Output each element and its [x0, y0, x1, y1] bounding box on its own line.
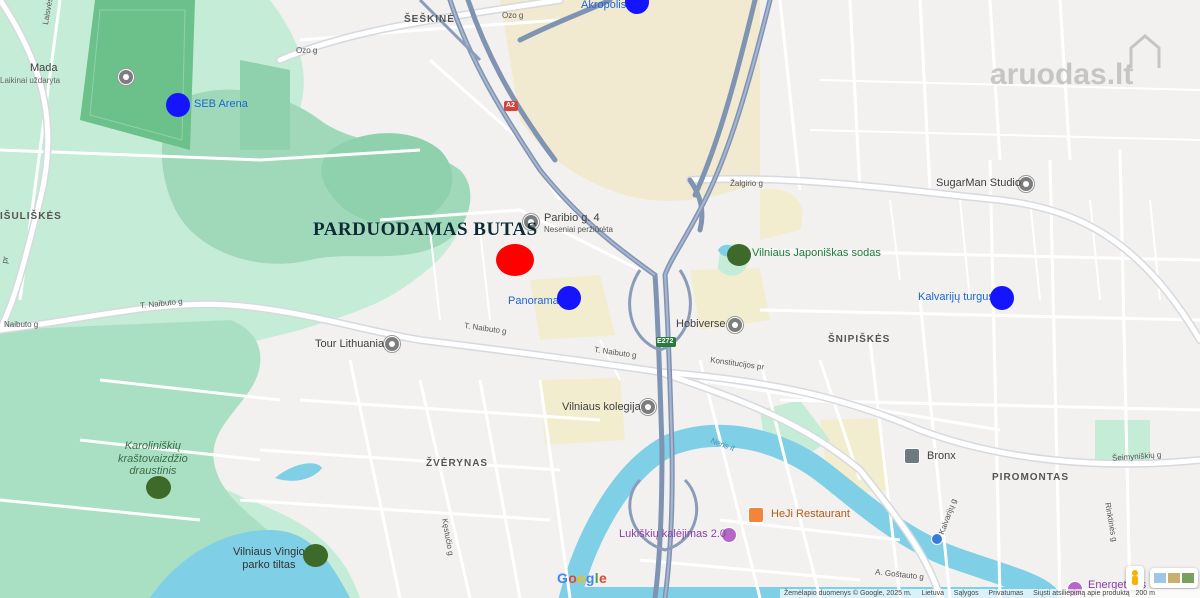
layers-icon [1154, 573, 1194, 583]
watermark-house-icon [1129, 34, 1161, 68]
poi-bronx[interactable]: Bronx [927, 451, 956, 462]
heji-restaurant-icon[interactable] [748, 507, 764, 523]
park-vingio-label: Vilniaus Vingio parko tiltas [233, 546, 305, 571]
marker-kalvariju-turgus[interactable] [990, 286, 1014, 310]
district-snipiskes: ŠNIPIŠKĖS [828, 334, 891, 345]
marker-karoliniskiu[interactable] [146, 476, 171, 499]
street-ozo-1: Ozo g [502, 11, 524, 20]
district-zverynas: ŽVĖRYNAS [426, 458, 489, 469]
bus-stop-icon[interactable] [931, 533, 943, 545]
footer-country[interactable]: Lietuva [921, 590, 944, 597]
map-view[interactable]: A2 E272 aruodas.lt ŠEŠKINĖ IŠULIŠKĖS ŠNI… [0, 0, 1200, 598]
district-seskine: ŠEŠKINĖ [404, 14, 455, 25]
poi-akropolis[interactable]: Akropolis [581, 0, 626, 11]
listing-marker[interactable] [496, 244, 534, 276]
street-ozo-2: Ozo g [296, 46, 318, 55]
district-piromontas: PIROMONTAS [992, 472, 1070, 483]
bronx-place-icon[interactable] [904, 448, 920, 464]
aruodas-watermark: aruodas.lt [990, 58, 1134, 91]
hobiverse-place-icon[interactable] [727, 317, 743, 333]
footer-feedback-link[interactable]: Siųsti atsiliepimą apie produktą [1033, 590, 1130, 597]
poi-panorama[interactable]: Panorama [508, 296, 559, 307]
mada-place-icon[interactable] [118, 69, 134, 85]
poi-kolegija[interactable]: Vilniaus kolegija [562, 402, 641, 413]
park-karoliniskiu-label: Karoliniškių kraštovaizdžio draustinis [118, 440, 188, 478]
poi-hobiverse[interactable]: Hobiverse [676, 319, 726, 330]
poi-mada[interactable]: Mada [30, 63, 58, 74]
marker-japanese-garden[interactable] [727, 244, 751, 266]
route-a2-label: A2 [506, 102, 515, 109]
pegman-icon [1132, 570, 1138, 585]
pegman-control[interactable] [1126, 566, 1144, 590]
poi-lukiskiu[interactable]: Lukiškių kalėjimas 2.0 [619, 529, 726, 540]
poi-seb-arena[interactable]: SEB Arena [194, 99, 248, 110]
footer-privacy-link[interactable]: Privatumas [988, 590, 1023, 597]
map-data-credit: Žemėlapio duomenys © Google, 2025 m. [784, 590, 912, 597]
poi-tour-lithuania[interactable]: Tour Lithuania [315, 339, 384, 350]
poi-paribio[interactable]: Paribio g. 4 [544, 213, 600, 224]
poi-heji[interactable]: HeJi Restaurant [771, 509, 850, 520]
marker-panorama[interactable] [557, 286, 581, 310]
street-naibuto-4: Naibuto g [4, 320, 39, 329]
listing-title: PARDUODAMAS BUTAS [313, 219, 538, 240]
route-e272-label: E272 [657, 338, 674, 345]
footer-terms-link[interactable]: Sąlygos [954, 590, 979, 597]
attribution-bar: Žemėlapio duomenys © Google, 2025 m. Lie… [780, 589, 1200, 598]
poi-kalvariju-turgus[interactable]: Kalvarijų turgus [918, 292, 994, 303]
google-logo: Google [557, 570, 608, 586]
street-zalgirio: Žalgirio g [730, 179, 763, 188]
poi-paribio-sub: Neseniai peržiūrėta [544, 225, 613, 234]
poi-mada-status: Laikinai uždaryta [0, 76, 61, 85]
marker-vingio[interactable] [303, 544, 328, 567]
layers-control[interactable] [1150, 568, 1198, 588]
tour-lithuania-place-icon[interactable] [384, 336, 400, 352]
district-sulskes: IŠULIŠKĖS [0, 211, 62, 222]
marker-seb-arena[interactable] [166, 93, 190, 117]
scale-bar-label[interactable]: 200 m [1136, 590, 1155, 597]
kolegija-place-icon[interactable] [640, 399, 656, 415]
poi-sugarman[interactable]: SugarMan Studio [936, 178, 1021, 189]
street-pr: pr [0, 255, 11, 265]
poi-japanese-garden[interactable]: Vilniaus Japoniškas sodas [752, 248, 881, 259]
